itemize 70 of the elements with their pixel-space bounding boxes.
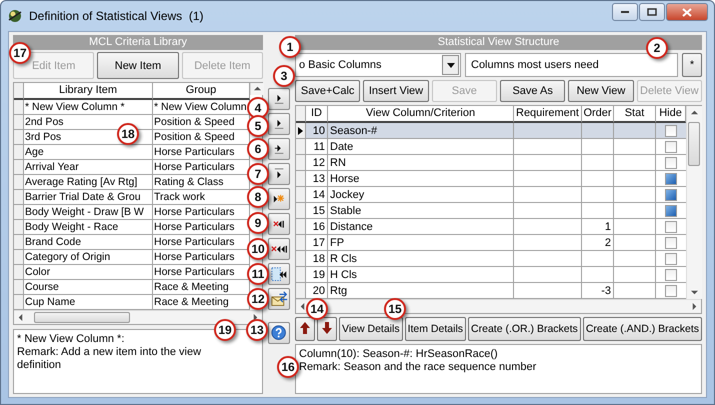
triangle-line-icon [274, 94, 284, 104]
horizontal-scrollbar[interactable] [296, 299, 701, 313]
minimize-button[interactable] [612, 3, 638, 21]
toolbar-button[interactable]: Insert View [363, 80, 429, 102]
transfer-button[interactable] [268, 138, 290, 160]
move-down-button[interactable] [317, 317, 337, 341]
scroll-down-icon[interactable] [691, 289, 698, 296]
transfer-button[interactable] [268, 113, 290, 135]
view-select[interactable]: o Basic Columns [295, 53, 461, 77]
envelope-arrows-icon [270, 291, 288, 307]
vertical-scrollbar[interactable] [250, 83, 264, 95]
close-icon [682, 8, 692, 16]
transfer-button[interactable] [268, 188, 290, 210]
action-button[interactable]: View Details [339, 317, 403, 341]
row-header[interactable] [296, 123, 306, 139]
app-icon [7, 8, 23, 24]
down-arrow-icon [322, 322, 332, 334]
hide-checkbox[interactable] [665, 236, 677, 248]
horizontal-scrollbar[interactable] [14, 310, 262, 324]
toolbar-button[interactable]: Save+Calc [295, 80, 360, 102]
hide-checkbox[interactable] [665, 140, 677, 152]
window-title: Definition of Statistical Views (1) [29, 9, 205, 23]
transfer-button[interactable] [268, 238, 290, 260]
transfer-button[interactable] [268, 163, 290, 185]
hide-checkbox[interactable] [665, 284, 677, 296]
transfer-button[interactable] [268, 88, 290, 110]
toolbar-button[interactable]: Save As [500, 80, 566, 102]
scroll-left-icon[interactable] [299, 303, 306, 310]
hide-checkbox[interactable] [665, 252, 677, 264]
scroll-up-icon[interactable] [254, 85, 261, 92]
cross-triangle-icon [273, 220, 285, 228]
hide-checkbox[interactable] [665, 268, 677, 280]
hide-checkbox[interactable] [665, 124, 677, 136]
help-button[interactable] [268, 322, 290, 344]
row-pointer-icon [298, 126, 303, 134]
dropdown-icon [446, 62, 454, 68]
scroll-up-icon[interactable] [691, 109, 698, 116]
transfer-button[interactable] [268, 213, 290, 235]
close-button[interactable] [666, 3, 708, 21]
description-field[interactable]: Columns most users need [465, 53, 678, 77]
up-arrow-icon [300, 322, 310, 334]
maximize-icon [647, 8, 657, 16]
move-up-button[interactable] [295, 317, 315, 341]
toolbar-button[interactable]: New View [568, 80, 634, 102]
maximize-button[interactable] [639, 3, 665, 21]
scroll-left-icon[interactable] [17, 314, 24, 321]
scroll-right-icon[interactable] [691, 303, 698, 310]
hide-checkbox[interactable] [665, 220, 677, 232]
asterisk-button[interactable]: * [682, 53, 702, 77]
help-icon [271, 325, 287, 341]
action-button[interactable]: Create (.AND.) Brackets [582, 317, 702, 341]
minimize-icon [620, 10, 630, 14]
transfer-button[interactable] [268, 263, 290, 285]
scroll-thumb[interactable] [688, 122, 700, 166]
action-button[interactable]: Create (.OR.) Brackets [468, 317, 581, 341]
remark-text: Column(10): Season-#: HrSeasonRace() Remark: Season and the race sequence number [295, 344, 702, 394]
cross-double-triangle-icon [270, 244, 288, 254]
triangle-line-icon [274, 168, 284, 180]
arrow-line-icon [274, 144, 284, 154]
triangle-line-icon [274, 118, 284, 130]
hide-checkbox[interactable] [665, 204, 677, 216]
dotted-box-icon [270, 266, 288, 282]
hide-checkbox[interactable] [665, 188, 677, 200]
triangle-star-icon [273, 194, 285, 204]
hide-checkbox[interactable] [665, 172, 677, 184]
vertical-scrollbar[interactable] [686, 106, 702, 299]
hide-checkbox[interactable] [665, 156, 677, 168]
action-button[interactable]: Item Details [404, 317, 466, 341]
panel-header: MCL Criteria Library [13, 35, 263, 50]
toolbar-button[interactable]: New Item [97, 52, 179, 79]
